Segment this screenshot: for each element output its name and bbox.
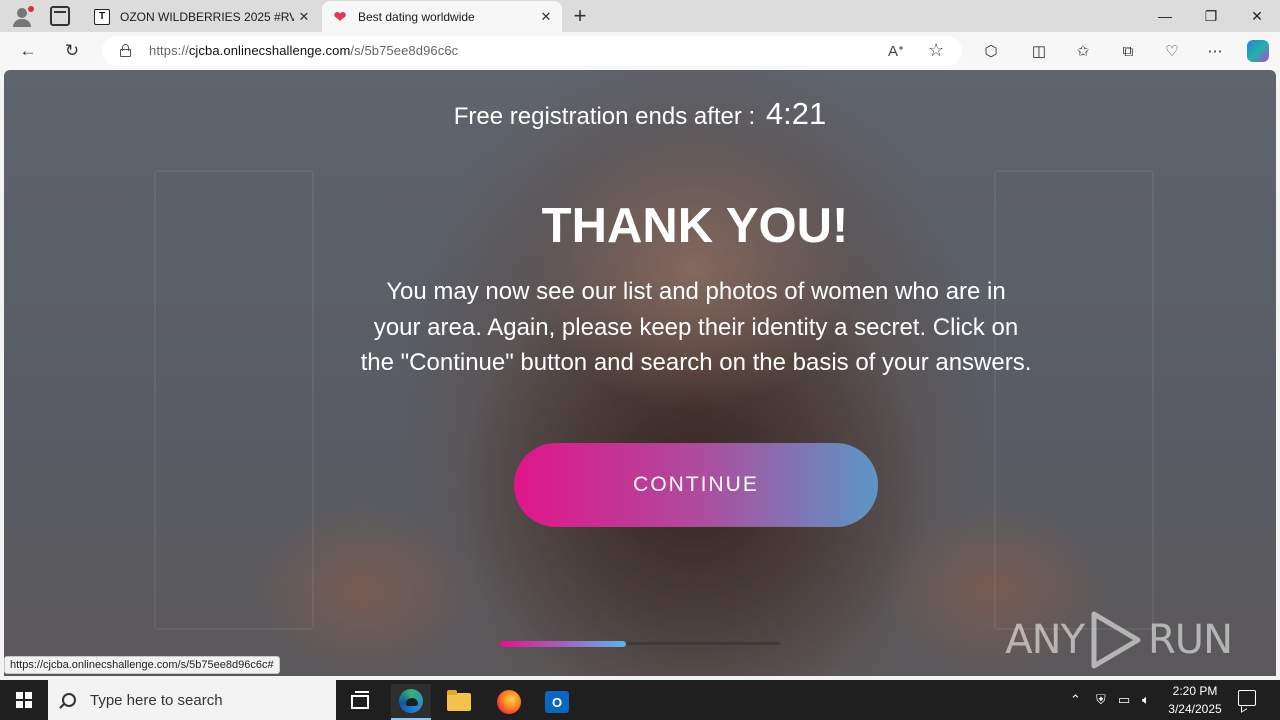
- search-placeholder: Type here to search: [90, 691, 223, 709]
- tab-title: OZON WILDBERRIES 2025 #RVATI: [120, 9, 294, 24]
- volume-icon[interactable]: 🔈︎: [1142, 680, 1150, 720]
- outlook-icon: O: [545, 691, 569, 713]
- extensions-icon[interactable]: ⬡: [978, 39, 1004, 63]
- registration-timer: Free registration ends after : 4:21: [4, 96, 1276, 132]
- windows-logo-icon: [16, 692, 32, 708]
- copilot-icon[interactable]: [1247, 40, 1269, 62]
- notifications-icon[interactable]: [1238, 690, 1256, 706]
- anyrun-watermark-logo: ANY RUN: [1005, 610, 1233, 670]
- taskbar-search-box[interactable]: Type here to search: [48, 680, 336, 720]
- taskbar-clock[interactable]: 2:20 PM 3/24/2025: [1160, 682, 1230, 718]
- tab-actions-icon[interactable]: [50, 6, 70, 26]
- split-screen-icon[interactable]: ◫: [1026, 39, 1052, 63]
- favorites-icon[interactable]: ✩: [1070, 39, 1096, 63]
- search-icon: [62, 693, 76, 707]
- outlook-taskbar-button[interactable]: O: [537, 684, 577, 720]
- address-bar-row: ← ↻ https://cjcba.onlinecshallenge.com/s…: [0, 32, 1280, 70]
- back-button[interactable]: ←: [14, 38, 42, 64]
- refresh-button[interactable]: ↻: [58, 38, 86, 64]
- start-button[interactable]: [0, 680, 48, 720]
- page-viewport: Free registration ends after : 4:21 THAN…: [4, 70, 1276, 676]
- task-view-button[interactable]: [340, 684, 380, 720]
- close-tab-icon[interactable]: ✕: [536, 9, 556, 25]
- security-tray-icon[interactable]: ⛨: [1096, 680, 1106, 720]
- task-view-icon: [351, 691, 369, 709]
- tab-ozon[interactable]: T OZON WILDBERRIES 2025 #RVATI ✕: [84, 1, 320, 32]
- instructions-text: You may now see our list and photos of w…: [360, 278, 1032, 376]
- firefox-icon: [497, 690, 521, 714]
- tab-favicon-t: T: [94, 8, 110, 25]
- tab-title: Best dating worldwide: [358, 9, 475, 24]
- address-bar[interactable]: https://cjcba.onlinecshallenge.com/s/5b7…: [102, 36, 962, 66]
- show-hidden-icons-button[interactable]: ⌃: [1070, 680, 1081, 720]
- edge-icon: [399, 689, 423, 713]
- collections-icon[interactable]: ⧉: [1115, 39, 1141, 63]
- lock-icon[interactable]: [120, 44, 131, 57]
- clock-date: 3/24/2025: [1168, 702, 1222, 716]
- play-triangle-icon: [1091, 611, 1141, 669]
- url-text[interactable]: https://cjcba.onlinecshallenge.com/s/5b7…: [149, 43, 458, 58]
- firefox-taskbar-button[interactable]: [489, 684, 529, 720]
- continue-button[interactable]: CONTINUE: [514, 443, 878, 527]
- favorite-star-icon[interactable]: ☆: [928, 40, 944, 61]
- thank-you-heading: THANK YOU!: [541, 199, 849, 253]
- tab-bar: T OZON WILDBERRIES 2025 #RVATI ✕ ❤ Best …: [0, 0, 1280, 32]
- heart-favicon-icon: ❤: [333, 8, 347, 26]
- more-options-icon[interactable]: ⋯: [1202, 39, 1228, 63]
- tab-best-dating[interactable]: ❤ Best dating worldwide ✕: [322, 1, 562, 32]
- close-window-button[interactable]: ✕: [1234, 0, 1280, 32]
- progress-bar-fill: [500, 641, 626, 647]
- file-explorer-icon: [447, 690, 471, 711]
- browser-essentials-icon[interactable]: ♡: [1159, 39, 1185, 63]
- timer-label: Free registration ends after :: [453, 103, 756, 130]
- network-icon[interactable]: ▭: [1118, 680, 1130, 720]
- profile-icon[interactable]: [8, 4, 36, 28]
- restore-button[interactable]: ❐: [1188, 0, 1234, 32]
- timer-value: 4:21: [765, 96, 827, 131]
- edge-taskbar-button[interactable]: [391, 684, 431, 720]
- watermark-run: RUN: [1148, 617, 1233, 663]
- clock-time: 2:20 PM: [1172, 684, 1218, 698]
- file-explorer-taskbar-button[interactable]: [439, 684, 479, 720]
- minimize-button[interactable]: —: [1142, 0, 1188, 32]
- windows-taskbar: Type here to search O ⌃ ⛨ ▭ 🔈︎ 2:20 PM 3…: [0, 680, 1280, 720]
- watermark-any: ANY: [1005, 617, 1085, 663]
- status-bar-url: https://cjcba.onlinecshallenge.com/s/5b7…: [4, 656, 280, 674]
- progress-bar: [500, 641, 780, 647]
- close-tab-icon[interactable]: ✕: [294, 9, 314, 25]
- new-tab-button[interactable]: +: [568, 3, 592, 29]
- read-aloud-icon[interactable]: Aᐩ: [888, 42, 904, 60]
